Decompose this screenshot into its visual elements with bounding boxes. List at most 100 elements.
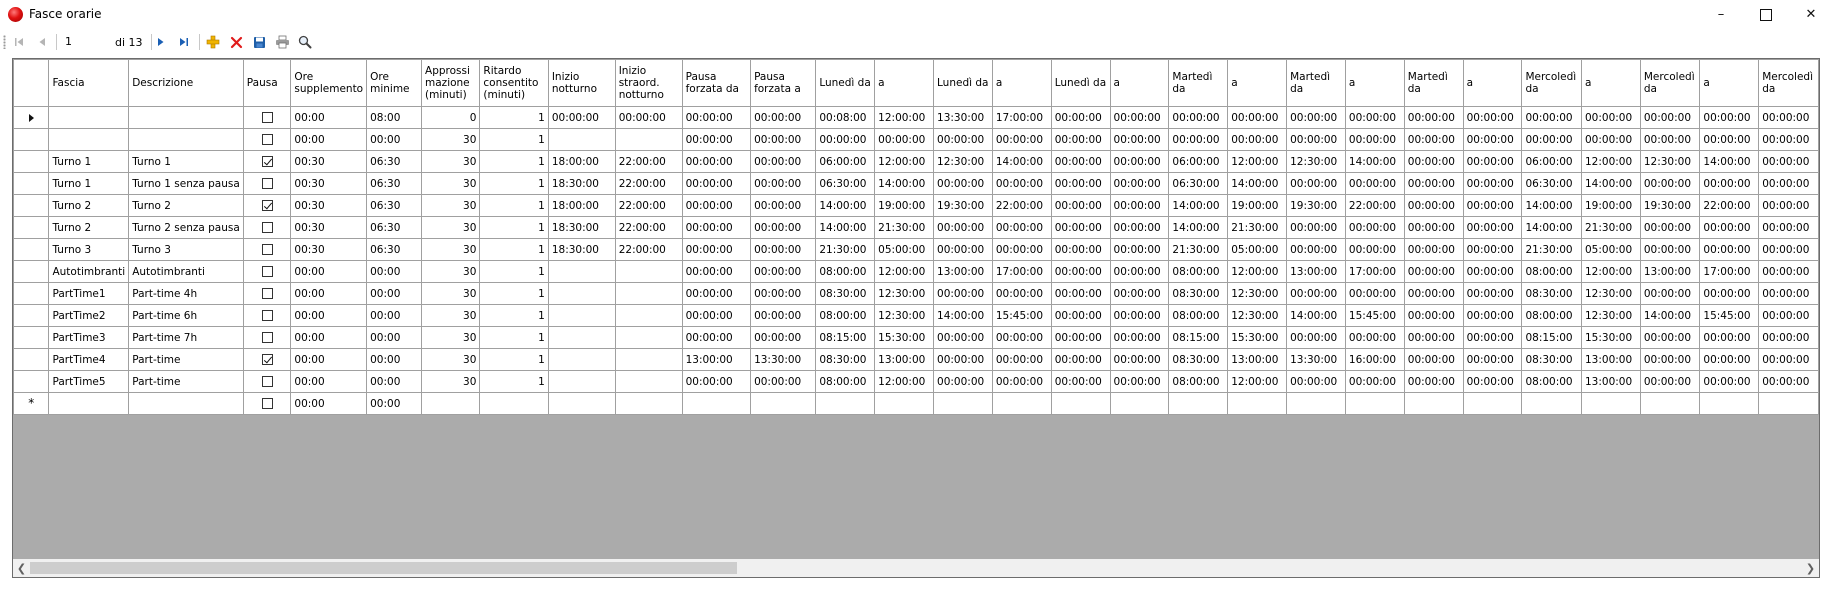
cell-day-time[interactable]: 08:00:00 [1168,370,1229,393]
cell-day-time[interactable]: 00:00:00 [1639,348,1701,371]
row-header[interactable] [13,304,50,327]
cell-day-time[interactable]: 00:00:00 [1286,370,1346,393]
row-header[interactable] [13,260,50,283]
table-row[interactable]: PartTime2 Part-time 6h 00:00 00:00 30 1 00:00:… [13,304,1819,327]
cell-pausa-da[interactable]: 00:00:00 [681,238,752,261]
table-row[interactable]: PartTime3 Part-time 7h 00:00 00:00 30 1 00:00:… [13,326,1819,349]
checkbox-unchecked[interactable] [261,134,273,145]
cell-day-time[interactable]: 14:00:00 [991,150,1052,173]
cell-day-time[interactable]: 12:00:00 [874,370,935,393]
cell-inizio-straord[interactable] [614,282,683,305]
scrollbar-thumb[interactable] [30,562,737,574]
cell-approssimazione[interactable]: 30 [421,216,481,239]
cell-day-time[interactable]: 00:00:00 [933,282,993,305]
cell-day-time[interactable]: 00:00:00 [1403,326,1464,349]
cell-pausa[interactable] [242,216,292,239]
cell-day-time[interactable]: 00:00:00 [1344,238,1405,261]
table-row[interactable]: Turno 3 Turno 3 00:30 06:30 30 1 18:30:00 22:00… [13,238,1819,261]
cell-ore-minime[interactable]: 00:00 [366,370,423,393]
cell-descrizione[interactable] [128,106,244,129]
cell-day-time[interactable]: 08:30:00 [1521,348,1582,371]
cell-pausa[interactable] [242,282,292,305]
cell-day-time[interactable]: 00:00:00 [1639,326,1701,349]
cell-day-time[interactable]: 00:00:00 [1344,172,1405,195]
cell-day-time[interactable]: 00:00:00 [1050,326,1111,349]
cell-day-time[interactable]: 08:30:00 [1521,282,1582,305]
cell-day-time[interactable]: 00:00:00 [1462,326,1523,349]
cell-day-time[interactable]: 00:00:00 [1639,172,1701,195]
cell-day-time[interactable]: 00:00:00 [1403,128,1464,151]
cell-day-time[interactable] [1521,392,1582,415]
cell-day-time[interactable]: 08:00:00 [1168,260,1229,283]
cell-day-time[interactable]: 00:00:00 [1286,172,1346,195]
cell-day-time[interactable]: 00:00:00 [1050,282,1111,305]
cell-day-time[interactable] [1227,392,1288,415]
cell-day-time[interactable]: 14:00:00 [933,304,993,327]
cell-day-time[interactable]: 00:00:00 [1109,326,1170,349]
cell-day-time[interactable]: 06:00:00 [815,150,876,173]
cell-day-time[interactable]: 00:00:00 [1639,216,1701,239]
cell-day-time[interactable]: 14:00:00 [1581,172,1641,195]
cell-day-time[interactable]: 05:00:00 [1227,238,1288,261]
cell-day-time[interactable]: 06:00:00 [1521,150,1582,173]
cell-inizio-notturno[interactable]: 18:30:00 [547,238,616,261]
cell-ore-supplemento[interactable]: 00:30 [290,194,368,217]
cell-day-time[interactable]: 00:00:00 [1403,106,1464,129]
cell-day-time[interactable]: 17:00:00 [991,260,1052,283]
cell-pausa-a[interactable]: 00:00:00 [750,304,817,327]
cell-day-time[interactable] [1403,392,1464,415]
cell-day-time[interactable]: 00:00:00 [1699,282,1760,305]
cell-day-time[interactable]: 00:00:00 [1699,326,1760,349]
cell-day-time[interactable]: 00:00:00 [1344,370,1405,393]
cell-inizio-notturno[interactable]: 18:30:00 [547,172,616,195]
scroll-left-button[interactable]: ❮ [13,559,30,577]
cell-day-time[interactable]: 08:30:00 [1168,282,1229,305]
row-header[interactable] [13,128,50,151]
cell-day-time[interactable]: 12:30:00 [1581,304,1641,327]
column-header-day[interactable]: a [1581,59,1641,107]
cell-day-time[interactable]: 08:15:00 [1168,326,1229,349]
cell-day-time[interactable]: 00:00:00 [1403,370,1464,393]
cell-day-time[interactable]: 12:00:00 [874,106,935,129]
cell-day-time[interactable] [1109,392,1170,415]
row-header[interactable] [13,348,50,371]
cell-pausa-a[interactable]: 00:00:00 [750,150,817,173]
cell-day-time[interactable]: 12:30:00 [1227,304,1288,327]
cell-day-time[interactable]: 19:30:00 [1286,194,1346,217]
cell-ore-supplemento[interactable]: 00:00 [290,348,368,371]
cell-pausa-da[interactable]: 00:00:00 [681,150,752,173]
cell-fascia[interactable]: PartTime5 [48,370,130,393]
cell-day-time[interactable]: 12:00:00 [1581,150,1641,173]
cell-day-time[interactable]: 19:00:00 [874,194,935,217]
cell-day-time[interactable] [1581,392,1641,415]
cell-day-time[interactable]: 14:00:00 [815,194,876,217]
cell-day-time[interactable]: 12:30:00 [1639,150,1701,173]
cell-day-time[interactable]: 00:00:00 [1462,282,1523,305]
table-row[interactable]: Turno 2 Turno 2 senza pausa 00:30 06:30 30 1 1… [13,216,1819,239]
checkbox-unchecked[interactable] [261,376,273,387]
cell-approssimazione[interactable]: 30 [421,348,481,371]
cell-day-time[interactable]: 00:00:00 [1109,194,1170,217]
row-header[interactable] [13,194,50,217]
cell-day-time[interactable]: 00:00:00 [1758,260,1819,283]
cell-day-time[interactable]: 13:00:00 [1227,348,1288,371]
cell-day-time[interactable]: 00:00:00 [815,128,876,151]
cell-day-time[interactable]: 12:30:00 [874,282,935,305]
cell-day-time[interactable]: 00:00:00 [1758,194,1819,217]
cell-day-time[interactable]: 00:00:00 [1227,106,1288,129]
cell-ore-minime[interactable]: 00:00 [366,326,423,349]
cell-pausa-a[interactable]: 00:00:00 [750,106,817,129]
column-header-day[interactable]: Lunedì da [1050,59,1111,107]
cell-inizio-notturno[interactable] [547,326,616,349]
cell-inizio-straord[interactable] [614,370,683,393]
column-header-day[interactable]: a [1462,59,1523,107]
checkbox-unchecked[interactable] [261,288,273,299]
cell-pausa-da[interactable]: 00:00:00 [681,194,752,217]
cell-day-time[interactable]: 00:00:00 [1109,304,1170,327]
cell-day-time[interactable]: 00:00:00 [1403,282,1464,305]
cell-ore-supplemento[interactable]: 00:00 [290,304,368,327]
column-header-day[interactable]: Lunedì da [933,59,993,107]
cell-pausa-a[interactable]: 13:30:00 [750,348,817,371]
cell-day-time[interactable]: 00:00:00 [1639,238,1701,261]
cell-pausa[interactable] [242,392,292,415]
